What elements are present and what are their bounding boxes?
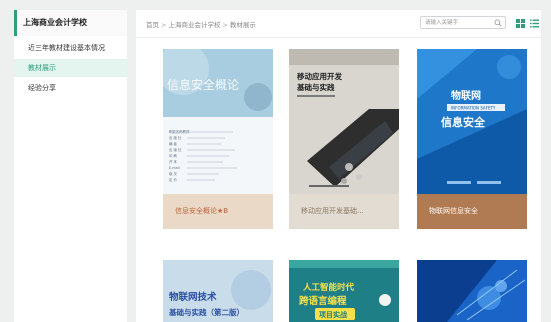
svg-text:职能名称教材: 职能名称教材: [169, 129, 190, 134]
book-cover-art: 物联网技术 基础与实践（第二版）: [163, 260, 273, 322]
book-caption[interactable]: 信息安全概论★B: [163, 194, 273, 229]
breadcrumb-school[interactable]: 上海商业会计学校: [168, 21, 220, 29]
book-cover-art: 物联网 INFORMATION SAFETY 信息安全: [417, 49, 527, 194]
sidebar-item-textbook-construction[interactable]: 近三年教材建设基本情况: [14, 39, 127, 57]
sidebar-item-textbook-showcase[interactable]: 教材展示: [14, 59, 127, 77]
svg-text:开 本: 开 本: [169, 159, 177, 164]
svg-text:编 者: 编 者: [169, 141, 177, 146]
svg-text:信息安全概论: 信息安全概论: [167, 77, 239, 92]
book-card-tech[interactable]: [417, 260, 527, 322]
svg-text:E-mail: E-mail: [169, 166, 180, 170]
svg-text:基础与实践: 基础与实践: [296, 82, 335, 92]
book-card-info-security-intro[interactable]: 信息安全概论 职能名称教材 出 版 社 编 者 出 版 社 印 刷 开 本 E-…: [163, 49, 273, 229]
breadcrumb-separator: >: [161, 21, 167, 29]
svg-text:INFORMATION SAFETY: INFORMATION SAFETY: [451, 106, 496, 111]
svg-text:跨语言编程: 跨语言编程: [299, 295, 347, 307]
book-cover: 移动应用开发 基础与实践: [289, 49, 399, 194]
breadcrumb-home[interactable]: 首页: [146, 21, 159, 29]
book-card-mobile-app-dev[interactable]: 移动应用开发 基础与实践 移动应用开发基础...: [289, 49, 399, 229]
book-cover: 物联网 INFORMATION SAFETY 信息安全: [417, 49, 527, 194]
grid-view-icon[interactable]: [516, 19, 525, 28]
breadcrumb-separator: >: [222, 21, 228, 29]
svg-text:定 价: 定 价: [169, 177, 177, 182]
svg-text:基础与实践（第二版）: 基础与实践（第二版）: [168, 307, 244, 317]
svg-text:移动应用开发: 移动应用开发: [297, 71, 342, 81]
book-cover: [417, 260, 527, 322]
svg-text:出 版 社: 出 版 社: [169, 147, 182, 152]
svg-text:物联网技术: 物联网技术: [169, 291, 217, 303]
svg-text:项目实战: 项目实战: [319, 310, 347, 319]
main-panel: 首页>上海商业会计学校>教材展示 信息安全概论 职能名: [136, 10, 541, 322]
book-card-ai-cross-language[interactable]: 人工智能时代 跨语言编程 项目实战: [289, 260, 399, 322]
book-card-iot-info-security[interactable]: 物联网 INFORMATION SAFETY 信息安全 物联网信息安全: [417, 49, 527, 229]
svg-text:人工智能时代: 人工智能时代: [303, 282, 355, 293]
list-view-icon[interactable]: [530, 19, 539, 28]
sidebar-item-experience-sharing[interactable]: 经验分享: [14, 79, 127, 97]
book-card-iot-tech[interactable]: 物联网技术 基础与实践（第二版）: [163, 260, 273, 322]
svg-text:版 次: 版 次: [169, 171, 177, 176]
svg-text:信息安全: 信息安全: [441, 115, 486, 129]
svg-text:出 版 社: 出 版 社: [169, 135, 182, 140]
book-cover-art: 移动应用开发 基础与实践: [289, 49, 399, 194]
search-icon[interactable]: [494, 19, 502, 27]
sidebar: 上海商业会计学校 近三年教材建设基本情况 教材展示 经验分享: [14, 10, 127, 322]
book-cover: 物联网技术 基础与实践（第二版）: [163, 260, 273, 322]
svg-text:物联网: 物联网: [451, 89, 481, 102]
book-caption[interactable]: 物联网信息安全: [417, 194, 527, 229]
book-cover: 信息安全概论 职能名称教材 出 版 社 编 者 出 版 社 印 刷 开 本 E-…: [163, 49, 273, 194]
book-cover-art: 信息安全概论 职能名称教材 出 版 社 编 者 出 版 社 印 刷 开 本 E-…: [163, 49, 273, 194]
svg-text:印 刷: 印 刷: [169, 153, 177, 158]
sidebar-title: 上海商业会计学校: [14, 10, 127, 36]
breadcrumb: 首页 > 上海商业会计学校 > 教材展示: [146, 19, 256, 29]
book-caption[interactable]: 移动应用开发基础...: [289, 194, 399, 229]
book-cover: 人工智能时代 跨语言编程 项目实战: [289, 260, 399, 322]
book-cover-art: [417, 260, 527, 322]
search-box: [420, 16, 506, 29]
book-cover-art: 人工智能时代 跨语言编程 项目实战: [289, 260, 399, 322]
header-divider: [136, 37, 541, 38]
search-input[interactable]: [425, 18, 491, 27]
breadcrumb-current: 教材展示: [229, 21, 256, 29]
